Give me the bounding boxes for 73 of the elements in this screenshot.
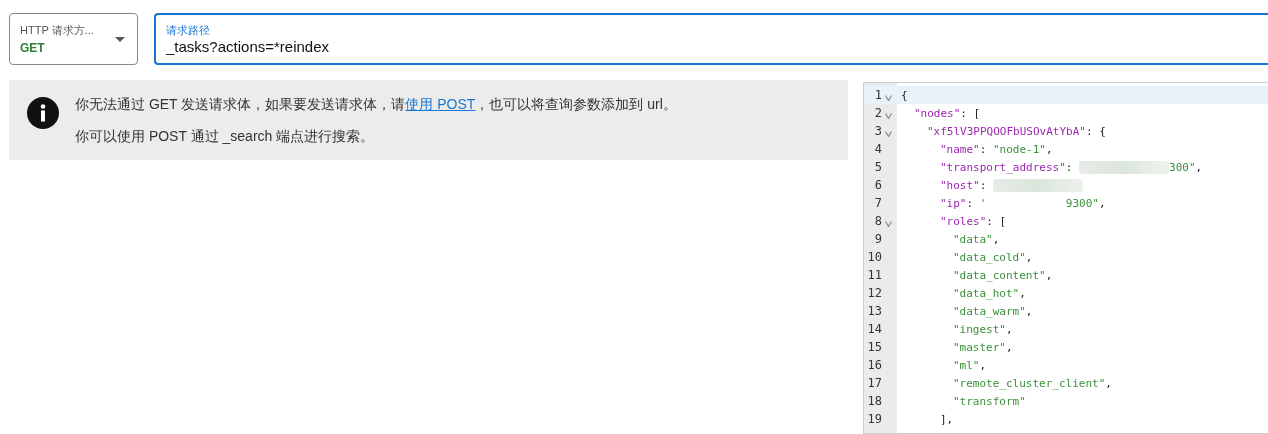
- code-text: ,: [1046, 142, 1053, 156]
- code-string: "remote_cluster_client": [953, 376, 1106, 390]
- code-text: ,: [1006, 340, 1013, 354]
- code-text: ,: [1045, 268, 1053, 282]
- code-text: : [: [986, 214, 1007, 228]
- code-text: : [: [960, 106, 981, 120]
- line-number: 2: [873, 106, 882, 120]
- code-string: "data": [953, 232, 993, 246]
- code-key: "ip": [940, 196, 967, 210]
- info-icon: [27, 97, 59, 129]
- use-post-link[interactable]: 使用 POST: [405, 96, 476, 112]
- line-number: 7: [873, 196, 882, 210]
- code-string: "data_cold": [953, 250, 1026, 264]
- code-key: "host": [940, 178, 980, 192]
- notice-text: 你无法通过 GET 发送请求体，如果要发送请求体，请使用 POST，也可以将查询参数添加到 url。: [75, 95, 677, 114]
- line-number: 19: [866, 412, 882, 426]
- code-string: 300": [1169, 160, 1196, 174]
- code-text: ,: [1025, 250, 1033, 264]
- code-string: "node-1": [993, 142, 1046, 156]
- code-string: ' 9300": [979, 196, 1099, 210]
- code-string: "master": [953, 340, 1006, 354]
- code-text: :: [1065, 160, 1074, 174]
- code-text: ],: [940, 412, 954, 426]
- line-number: 12: [866, 286, 882, 300]
- code-text: ,: [1006, 322, 1013, 336]
- path-field[interactable]: 请求路径 _tasks?actions=*reindex: [154, 13, 1268, 65]
- line-number: 9: [873, 232, 882, 246]
- fold-icon[interactable]: [884, 131, 892, 137]
- code-string: "data_hot": [953, 286, 1020, 300]
- line-number: 4: [873, 142, 882, 156]
- code-key: "roles": [940, 214, 987, 228]
- code-string: "ml": [953, 358, 980, 372]
- line-number: 13: [866, 304, 882, 318]
- code-string: "transform": [953, 394, 1026, 408]
- code-text: {: [901, 88, 908, 102]
- line-number: 1: [873, 88, 882, 102]
- code-text: :: [966, 196, 975, 210]
- code-text: ,: [1098, 196, 1106, 210]
- code-string: "ingest": [953, 322, 1006, 336]
- line-number: 18: [866, 394, 882, 408]
- line-number: 15: [866, 340, 882, 354]
- code-string: "data_content": [953, 268, 1046, 282]
- code-text: :: [979, 142, 988, 156]
- code-text: ,: [1019, 286, 1026, 300]
- code-text: :: [979, 178, 988, 192]
- line-number: 16: [866, 358, 882, 372]
- line-number: 5: [873, 160, 882, 174]
- code-text: ,: [1195, 160, 1203, 174]
- code-key: "nodes": [914, 106, 961, 120]
- fold-icon[interactable]: [884, 113, 892, 119]
- line-number: 14: [866, 322, 882, 336]
- notice-text: 你可以使用 POST 通过 _search 端点进行搜索。: [75, 127, 376, 146]
- code-key: "name": [940, 142, 980, 156]
- method-select[interactable]: HTTP 请求方... GET: [9, 13, 138, 65]
- line-number: 3: [873, 124, 882, 138]
- line-number: 10: [866, 250, 882, 264]
- code-text: : {: [1085, 124, 1106, 138]
- code-text: ,: [979, 358, 987, 372]
- code-text: ,: [992, 232, 1000, 246]
- line-number: 17: [866, 376, 882, 390]
- line-number: 11: [866, 268, 882, 282]
- code-key: "transport_address": [940, 160, 1066, 174]
- fold-icon[interactable]: [884, 221, 892, 227]
- code-text: ,: [1105, 376, 1112, 390]
- line-number: 8: [873, 214, 882, 228]
- code-string: "data_warm": [953, 304, 1026, 318]
- line-number: 6: [873, 178, 882, 192]
- fold-icon[interactable]: [884, 95, 892, 101]
- caret-icon: [115, 36, 125, 42]
- code-text: ,: [1025, 304, 1033, 318]
- code-key: "xf5lV3PPQOOFbUSOvAtYbA": [927, 124, 1086, 138]
- path-label: 请求路径: [166, 23, 211, 38]
- path-input[interactable]: _tasks?actions=*reindex: [166, 38, 1258, 55]
